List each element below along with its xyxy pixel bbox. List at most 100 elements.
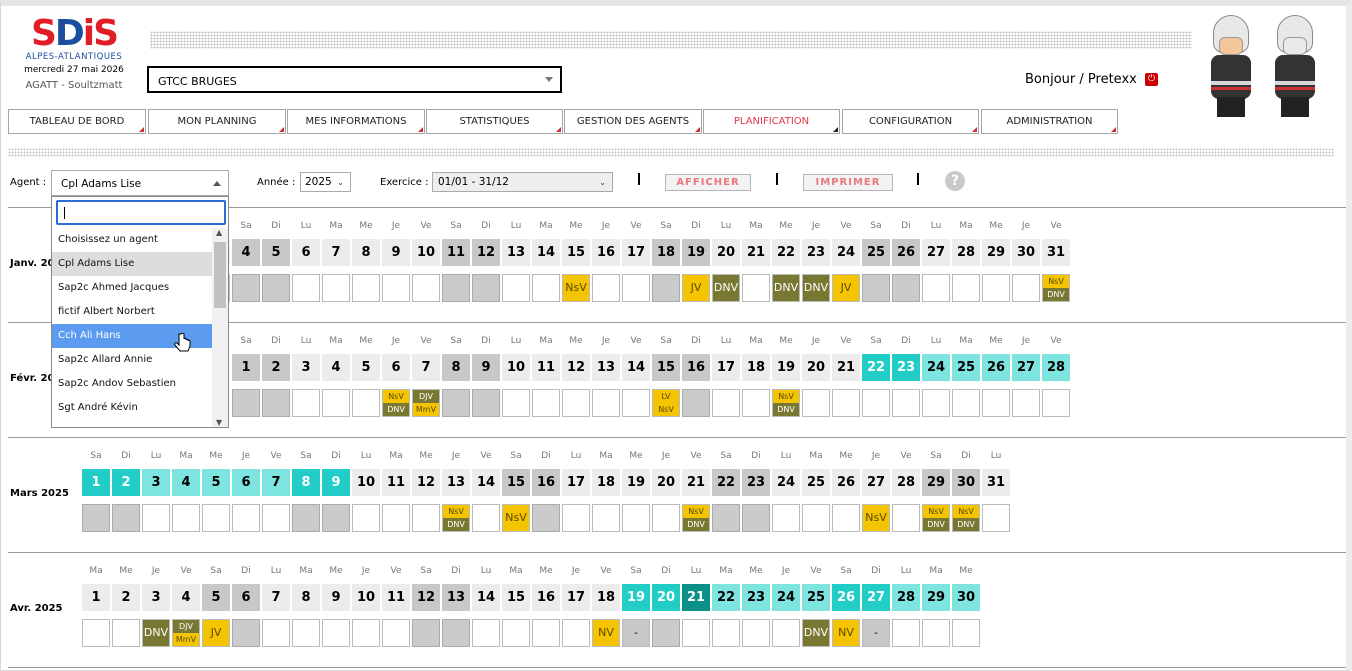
day-number[interactable]: 25 bbox=[952, 354, 980, 381]
day-number[interactable]: 9 bbox=[322, 469, 350, 496]
day-number[interactable]: 5 bbox=[262, 239, 290, 266]
day-number[interactable]: 28 bbox=[892, 469, 920, 496]
day-number[interactable]: 5 bbox=[352, 354, 380, 381]
day-number[interactable]: 27 bbox=[1012, 354, 1040, 381]
day-assignment-cell[interactable] bbox=[742, 504, 770, 532]
day-assignment-cell[interactable] bbox=[322, 274, 350, 302]
day-number[interactable]: 15 bbox=[652, 354, 680, 381]
day-number[interactable]: 14 bbox=[472, 584, 500, 611]
day-assignment-cell[interactable] bbox=[982, 389, 1010, 417]
day-assignment-cell[interactable] bbox=[832, 389, 860, 417]
day-number[interactable]: 23 bbox=[742, 584, 770, 611]
day-assignment-cell[interactable] bbox=[382, 619, 410, 647]
agent-option[interactable]: fictif Albert Norbert bbox=[52, 300, 212, 324]
day-number[interactable]: 22 bbox=[712, 469, 740, 496]
day-assignment-cell[interactable] bbox=[712, 504, 740, 532]
day-assignment-cell[interactable] bbox=[742, 619, 770, 647]
day-assignment-cell[interactable] bbox=[532, 504, 560, 532]
day-assignment-cell[interactable]: JV bbox=[832, 274, 860, 302]
day-number[interactable]: 16 bbox=[532, 584, 560, 611]
day-number[interactable]: 11 bbox=[382, 584, 410, 611]
exercice-select[interactable]: 01/01 - 31/12 ⌄ bbox=[432, 172, 613, 192]
agent-select[interactable]: Cpl Adams Lise bbox=[51, 170, 229, 196]
day-assignment-cell[interactable]: NsV DNV bbox=[922, 504, 950, 532]
day-number[interactable]: 18 bbox=[592, 584, 620, 611]
day-number[interactable]: 6 bbox=[382, 354, 410, 381]
day-assignment-cell[interactable] bbox=[742, 274, 770, 302]
day-number[interactable]: 23 bbox=[742, 469, 770, 496]
day-number[interactable]: 22 bbox=[772, 239, 800, 266]
day-number[interactable]: 16 bbox=[682, 354, 710, 381]
day-assignment-cell[interactable] bbox=[682, 389, 710, 417]
day-assignment-cell[interactable]: NsV DNV bbox=[1042, 274, 1070, 302]
day-number[interactable]: 14 bbox=[532, 239, 560, 266]
day-assignment-cell[interactable] bbox=[412, 619, 440, 647]
day-number[interactable]: 4 bbox=[232, 239, 260, 266]
day-assignment-cell[interactable] bbox=[532, 274, 560, 302]
day-assignment-cell[interactable]: NsV bbox=[862, 504, 890, 532]
day-assignment-cell[interactable] bbox=[472, 504, 500, 532]
day-assignment-cell[interactable] bbox=[142, 504, 170, 532]
nav-administration[interactable]: ADMINISTRATION bbox=[981, 109, 1118, 134]
day-assignment-cell[interactable]: DNV bbox=[802, 619, 830, 647]
day-number[interactable]: 28 bbox=[1042, 354, 1070, 381]
day-assignment-cell[interactable]: NsV bbox=[502, 504, 530, 532]
day-number[interactable]: 10 bbox=[352, 584, 380, 611]
nav-mon-planning[interactable]: MON PLANNING bbox=[148, 109, 286, 134]
agent-option[interactable]: Sgt André Kévin bbox=[52, 396, 212, 420]
day-number[interactable]: 1 bbox=[232, 354, 260, 381]
day-number[interactable]: 30 bbox=[952, 584, 980, 611]
day-assignment-cell[interactable]: NV bbox=[832, 619, 860, 647]
day-assignment-cell[interactable] bbox=[292, 504, 320, 532]
day-assignment-cell[interactable]: - bbox=[862, 619, 890, 647]
day-assignment-cell[interactable]: JV bbox=[682, 274, 710, 302]
day-number[interactable]: 31 bbox=[1042, 239, 1070, 266]
day-number[interactable]: 18 bbox=[742, 354, 770, 381]
day-assignment-cell[interactable]: - bbox=[622, 619, 650, 647]
day-assignment-cell[interactable]: LV NsV bbox=[652, 389, 680, 417]
day-assignment-cell[interactable] bbox=[562, 619, 590, 647]
day-number[interactable]: 7 bbox=[262, 584, 290, 611]
day-number[interactable]: 25 bbox=[802, 584, 830, 611]
day-number[interactable]: 14 bbox=[472, 469, 500, 496]
day-assignment-cell[interactable] bbox=[952, 389, 980, 417]
day-number[interactable]: 28 bbox=[952, 239, 980, 266]
day-assignment-cell[interactable] bbox=[232, 619, 260, 647]
day-number[interactable]: 25 bbox=[862, 239, 890, 266]
day-assignment-cell[interactable] bbox=[532, 389, 560, 417]
day-number[interactable]: 11 bbox=[442, 239, 470, 266]
day-assignment-cell[interactable] bbox=[922, 274, 950, 302]
day-number[interactable]: 3 bbox=[292, 354, 320, 381]
day-assignment-cell[interactable] bbox=[262, 274, 290, 302]
day-number[interactable]: 7 bbox=[412, 354, 440, 381]
day-assignment-cell[interactable]: NsV bbox=[562, 274, 590, 302]
day-number[interactable]: 20 bbox=[652, 469, 680, 496]
day-number[interactable]: 12 bbox=[562, 354, 590, 381]
day-number[interactable]: 10 bbox=[412, 239, 440, 266]
day-assignment-cell[interactable]: DNV bbox=[772, 274, 800, 302]
day-number[interactable]: 1 bbox=[82, 584, 110, 611]
day-number[interactable]: 24 bbox=[772, 584, 800, 611]
day-number[interactable]: 20 bbox=[802, 354, 830, 381]
day-assignment-cell[interactable] bbox=[892, 504, 920, 532]
day-number[interactable]: 17 bbox=[562, 584, 590, 611]
day-assignment-cell[interactable] bbox=[922, 619, 950, 647]
day-number[interactable]: 15 bbox=[502, 584, 530, 611]
day-assignment-cell[interactable] bbox=[502, 274, 530, 302]
day-number[interactable]: 13 bbox=[502, 239, 530, 266]
day-number[interactable]: 11 bbox=[532, 354, 560, 381]
day-number[interactable]: 18 bbox=[592, 469, 620, 496]
day-number[interactable]: 8 bbox=[292, 584, 320, 611]
day-assignment-cell[interactable] bbox=[82, 504, 110, 532]
day-number[interactable]: 10 bbox=[352, 469, 380, 496]
day-number[interactable]: 26 bbox=[832, 469, 860, 496]
agent-option[interactable]: Sap2c Andov Sebastien bbox=[52, 372, 212, 396]
annee-select[interactable]: 2025 ⌄ bbox=[300, 172, 351, 192]
day-assignment-cell[interactable] bbox=[922, 389, 950, 417]
day-number[interactable]: 11 bbox=[382, 469, 410, 496]
day-assignment-cell[interactable]: DJV MmV bbox=[412, 389, 440, 417]
agent-option[interactable]: Sap2c Ahmed Jacques bbox=[52, 276, 212, 300]
day-assignment-cell[interactable] bbox=[352, 389, 380, 417]
day-assignment-cell[interactable] bbox=[772, 619, 800, 647]
day-assignment-cell[interactable] bbox=[262, 619, 290, 647]
